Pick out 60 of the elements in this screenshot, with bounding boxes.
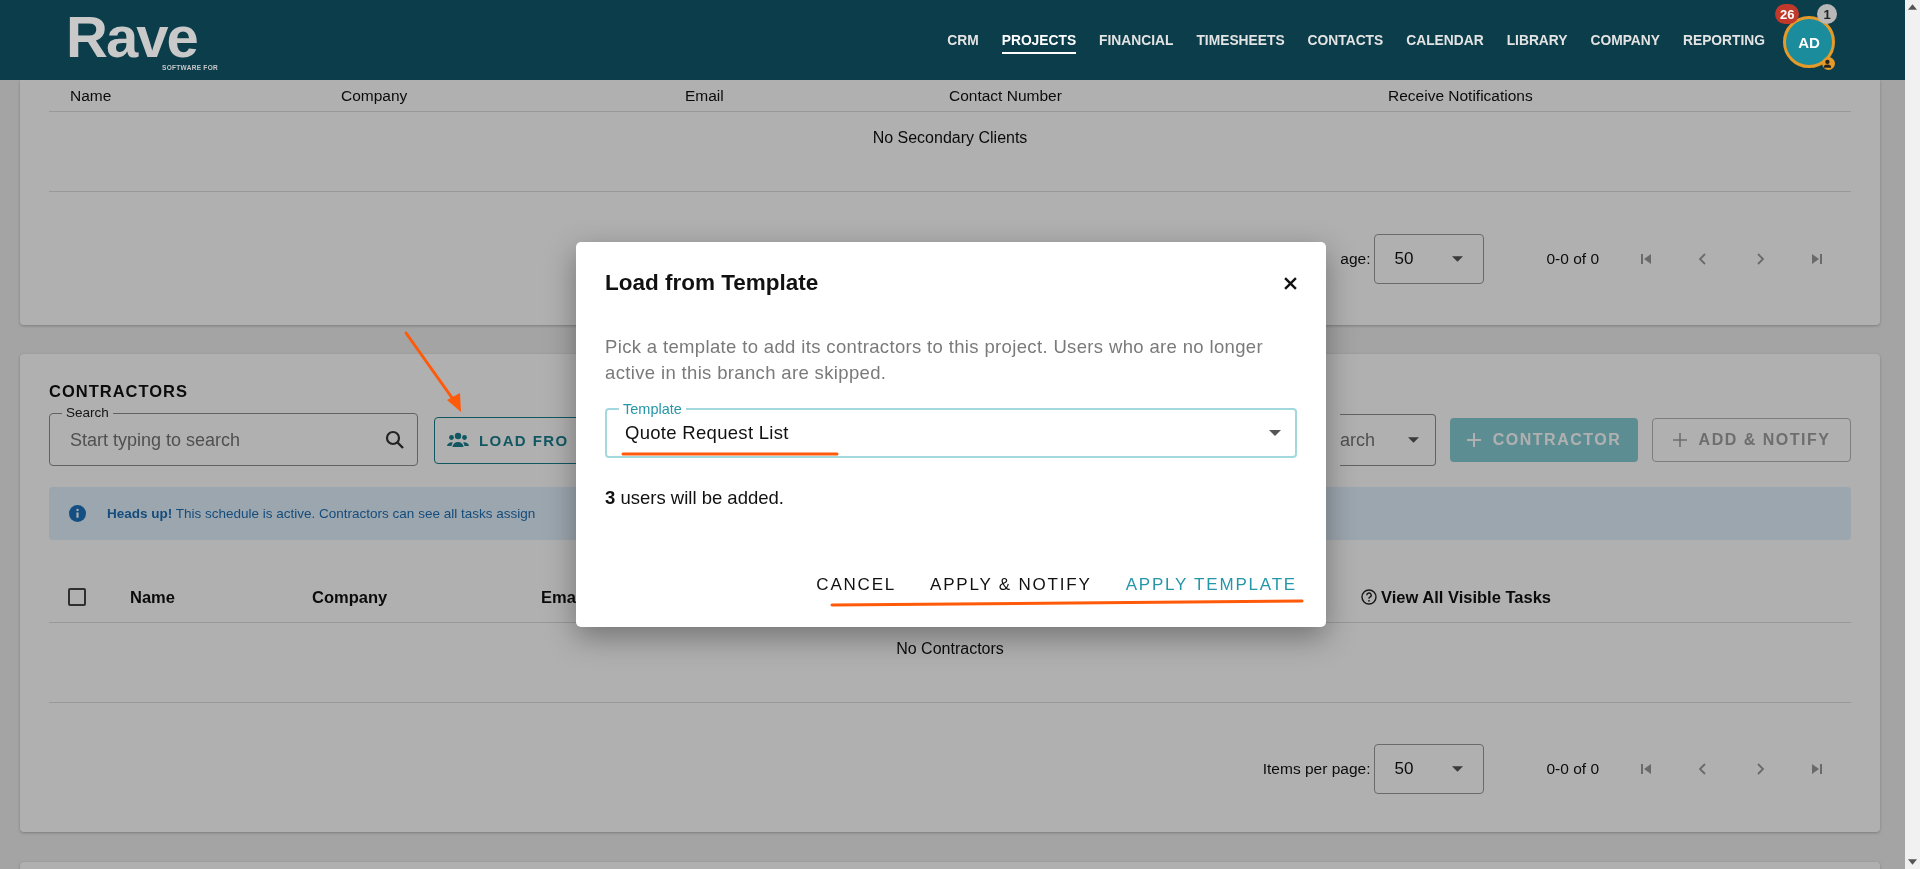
page-size-select[interactable]: 50 (1374, 744, 1485, 794)
logo[interactable]: Rave (66, 9, 222, 64)
page-range: 0-0 of 0 (1546, 249, 1599, 268)
nav-link[interactable]: CRM (947, 26, 979, 54)
dialog-description: Pick a template to add its contractors to this project. Users who are no longer active in this branch are skipped. (605, 335, 1264, 385)
nav-link[interactable]: CONTACTS (1307, 26, 1384, 54)
column-header: Company (341, 86, 409, 105)
users-added-summary: 3 users will be added. (605, 487, 785, 509)
users-icon (447, 432, 469, 448)
notification-badge: 26 (1775, 4, 1800, 24)
nav-link[interactable]: PROJECTS (1001, 26, 1077, 54)
scroll-down-icon[interactable] (1908, 859, 1917, 865)
column-header: Contact Number (949, 86, 1063, 105)
column-header: Name (130, 587, 176, 607)
scrollbar[interactable] (1905, 0, 1920, 869)
page-size-select[interactable]: 50 (1374, 233, 1485, 284)
info-icon (69, 505, 86, 522)
dialog-action-button[interactable]: CANCEL (804, 567, 909, 603)
last-page-icon[interactable] (1809, 762, 1824, 776)
caret-icon (1452, 255, 1464, 262)
plus-icon (1466, 433, 1481, 447)
close-icon[interactable] (1284, 276, 1297, 290)
help-icon (1361, 589, 1377, 605)
notification-badge: 1 (1817, 4, 1837, 24)
dialog-action-button[interactable]: APPLY & NOTIFY (918, 567, 1104, 603)
scroll-up-icon[interactable] (1908, 4, 1917, 10)
search-icon (385, 430, 405, 450)
nav-link[interactable]: LIBRARY (1506, 26, 1568, 54)
caret-icon (1269, 430, 1281, 436)
first-page-icon[interactable] (1638, 251, 1653, 266)
nav-link[interactable]: FINANCIAL (1099, 26, 1174, 54)
empty-table-message: No Secondary Clients (872, 129, 1028, 147)
empty-table-message: No Contractors (896, 640, 1004, 658)
nav-link[interactable]: CALENDAR (1406, 26, 1484, 54)
section-title: CONTRACTORS (49, 382, 190, 402)
info-message: Heads up! This schedule is active. Contractors can see all tasks assign (107, 506, 536, 521)
select-all-checkbox[interactable] (68, 588, 86, 606)
first-page-icon[interactable] (1638, 762, 1653, 776)
column-header: Receive Notifications (1388, 86, 1534, 105)
caret-icon (1408, 437, 1419, 443)
view-all-tasks-link[interactable]: View All Visible Tasks (1381, 587, 1551, 607)
search-field[interactable]: Search Start typing to search (49, 405, 418, 466)
column-header: Company (312, 587, 389, 607)
search-input[interactable]: Start typing to search (68, 428, 385, 452)
nav-link[interactable]: COMPANY (1590, 26, 1660, 54)
dialog-title: Load from Template (605, 270, 819, 296)
items-per-page-label: Items per page: (1262, 760, 1371, 778)
column-header: Email (685, 86, 725, 105)
nav-link[interactable]: TIMESHEETS (1196, 26, 1285, 54)
column-header: Name (70, 86, 113, 105)
filter-select[interactable]: arch (1340, 414, 1436, 466)
dialog-action-button[interactable]: APPLY TEMPLATE (1113, 567, 1309, 603)
items-per-page-label: age: (1340, 249, 1371, 268)
template-select[interactable]: Template Quote Request List (605, 400, 1297, 458)
plus-icon (1672, 433, 1687, 447)
last-page-icon[interactable] (1809, 251, 1824, 266)
caret-icon (1452, 766, 1464, 772)
nav-link[interactable]: REPORTING (1682, 26, 1765, 54)
page-range: 0-0 of 0 (1546, 760, 1599, 778)
column-header: Ema (541, 587, 577, 607)
